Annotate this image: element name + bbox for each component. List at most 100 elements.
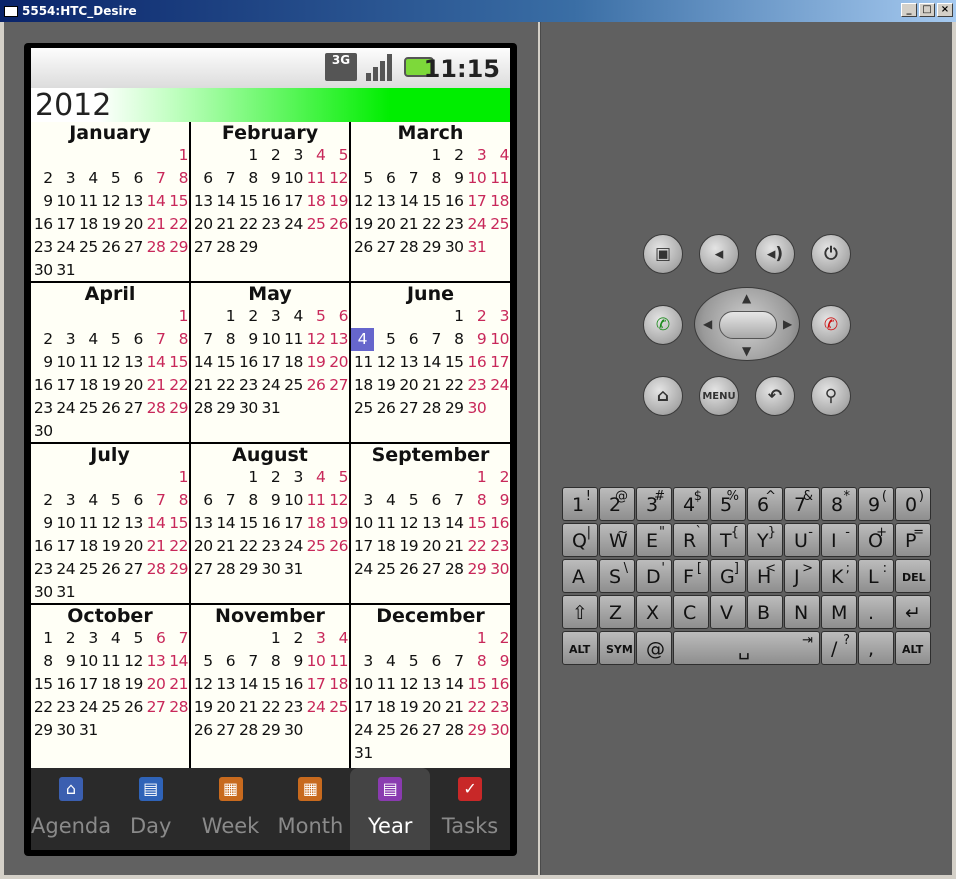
day-cell[interactable]: 19 bbox=[304, 351, 327, 374]
menu-button[interactable]: MENU bbox=[699, 376, 739, 416]
day-cell[interactable]: 30 bbox=[31, 259, 54, 282]
day-cell[interactable]: 8 bbox=[465, 489, 488, 512]
day-cell[interactable]: 16 bbox=[465, 351, 488, 374]
day-cell[interactable]: 7 bbox=[419, 328, 442, 351]
day-cell[interactable]: 4 bbox=[76, 167, 99, 190]
day-cell[interactable]: 8 bbox=[259, 650, 282, 673]
day-cell[interactable]: 8 bbox=[166, 489, 189, 512]
day-cell[interactable]: 1 bbox=[166, 305, 189, 328]
day-cell[interactable]: 29 bbox=[31, 719, 54, 742]
dpad-center-button[interactable] bbox=[719, 311, 777, 339]
day-cell[interactable]: 1 bbox=[442, 305, 465, 328]
day-cell[interactable]: 24 bbox=[281, 213, 304, 236]
day-cell[interactable]: 28 bbox=[214, 236, 237, 259]
day-cell[interactable]: 27 bbox=[191, 236, 214, 259]
day-cell[interactable]: 13 bbox=[419, 512, 442, 535]
day-cell[interactable]: 9 bbox=[487, 650, 510, 673]
day-cell[interactable]: 3 bbox=[54, 328, 77, 351]
day-cell[interactable]: 14 bbox=[442, 512, 465, 535]
key-,[interactable]: , bbox=[858, 631, 894, 665]
day-cell[interactable]: 28 bbox=[144, 558, 167, 581]
day-cell[interactable]: 10 bbox=[281, 489, 304, 512]
day-cell[interactable]: 26 bbox=[99, 397, 122, 420]
day-cell[interactable]: 10 bbox=[259, 328, 282, 351]
day-cell[interactable]: 24 bbox=[76, 696, 99, 719]
day-cell[interactable]: 5 bbox=[351, 167, 374, 190]
day-cell[interactable]: 16 bbox=[31, 213, 54, 236]
volume-up-button[interactable]: ◂) bbox=[755, 234, 795, 274]
day-cell[interactable]: 5 bbox=[396, 650, 419, 673]
key-2[interactable]: 2 @ bbox=[599, 487, 635, 521]
day-cell[interactable]: 6 bbox=[121, 328, 144, 351]
dpad-up-icon[interactable]: ▲ bbox=[742, 291, 751, 305]
day-cell[interactable]: 23 bbox=[31, 236, 54, 259]
day-cell[interactable]: 23 bbox=[259, 535, 282, 558]
day-cell[interactable]: 7 bbox=[214, 167, 237, 190]
day-cell[interactable]: 19 bbox=[396, 535, 419, 558]
day-cell[interactable]: 10 bbox=[487, 328, 510, 351]
day-cell[interactable]: 31 bbox=[351, 742, 374, 765]
day-cell[interactable]: 4 bbox=[374, 650, 397, 673]
day-cell[interactable]: 14 bbox=[442, 673, 465, 696]
day-cell[interactable]: 7 bbox=[144, 489, 167, 512]
month-september[interactable]: September 1 2 3 4 5 6 7 8 9 10 11 12 13 14 15 16 17 18 19 20… bbox=[351, 444, 510, 605]
day-cell[interactable]: 23 bbox=[31, 558, 54, 581]
day-cell[interactable]: 23 bbox=[281, 696, 304, 719]
day-cell[interactable]: 10 bbox=[351, 512, 374, 535]
day-cell[interactable]: 14 bbox=[166, 650, 189, 673]
key-@[interactable]: @ bbox=[636, 631, 672, 665]
day-cell[interactable]: 10 bbox=[351, 673, 374, 696]
day-cell[interactable]: 24 bbox=[351, 719, 374, 742]
day-cell[interactable]: 26 bbox=[326, 535, 349, 558]
key-x[interactable]: X bbox=[636, 595, 672, 629]
key-l[interactable]: L: bbox=[858, 559, 894, 593]
key-b[interactable]: B bbox=[747, 595, 783, 629]
day-cell[interactable]: 24 bbox=[465, 213, 488, 236]
day-cell[interactable]: 24 bbox=[54, 558, 77, 581]
day-cell[interactable]: 6 bbox=[326, 305, 349, 328]
day-cell[interactable]: 29 bbox=[465, 719, 488, 742]
day-cell[interactable]: 20 bbox=[326, 351, 349, 374]
day-cell[interactable]: 30 bbox=[54, 719, 77, 742]
key-sym[interactable]: SYM bbox=[599, 631, 635, 665]
day-cell[interactable]: 4 bbox=[487, 144, 510, 167]
key-9[interactable]: 9( bbox=[858, 487, 894, 521]
day-cell[interactable]: 3 bbox=[281, 466, 304, 489]
day-cell[interactable]: 30 bbox=[259, 558, 282, 581]
day-cell[interactable]: 9 bbox=[31, 351, 54, 374]
day-cell[interactable]: 16 bbox=[31, 374, 54, 397]
day-cell[interactable]: 21 bbox=[442, 696, 465, 719]
day-cell[interactable]: 9 bbox=[442, 167, 465, 190]
day-cell[interactable]: 12 bbox=[374, 351, 397, 374]
day-cell[interactable]: 8 bbox=[166, 167, 189, 190]
day-cell[interactable]: 12 bbox=[121, 650, 144, 673]
day-cell[interactable]: 7 bbox=[144, 328, 167, 351]
day-cell[interactable]: 30 bbox=[487, 719, 510, 742]
day-cell[interactable]: 19 bbox=[99, 535, 122, 558]
day-cell[interactable]: 26 bbox=[121, 696, 144, 719]
key-i[interactable]: I- bbox=[821, 523, 857, 557]
day-cell[interactable]: 8 bbox=[465, 650, 488, 673]
day-cell[interactable]: 29 bbox=[166, 558, 189, 581]
day-cell[interactable]: 22 bbox=[31, 696, 54, 719]
day-cell[interactable]: 3 bbox=[465, 144, 488, 167]
key-8[interactable]: 8 * bbox=[821, 487, 857, 521]
key-w[interactable]: W ~ bbox=[599, 523, 635, 557]
key-3[interactable]: 3 # bbox=[636, 487, 672, 521]
day-cell[interactable]: 9 bbox=[31, 512, 54, 535]
day-cell[interactable]: 31 bbox=[259, 397, 282, 420]
day-cell[interactable]: 20 bbox=[396, 374, 419, 397]
month-july[interactable]: July 1 2 3 4 5 6 7 8 9 10 11 12 13 14 15 16 17 18 19 20 21 22 2… bbox=[31, 444, 191, 605]
day-cell[interactable]: 2 bbox=[281, 627, 304, 650]
day-cell[interactable]: 12 bbox=[396, 512, 419, 535]
day-cell[interactable]: 18 bbox=[281, 351, 304, 374]
key-alt[interactable]: ALT bbox=[562, 631, 598, 665]
key-k[interactable]: K; bbox=[821, 559, 857, 593]
day-cell[interactable]: 30 bbox=[236, 397, 259, 420]
day-cell[interactable]: 19 bbox=[396, 696, 419, 719]
day-cell[interactable]: 19 bbox=[191, 696, 214, 719]
day-cell[interactable]: 21 bbox=[214, 535, 237, 558]
day-cell[interactable]: 5 bbox=[99, 328, 122, 351]
key-6[interactable]: 6 ^ bbox=[747, 487, 783, 521]
day-cell[interactable]: 11 bbox=[351, 351, 374, 374]
